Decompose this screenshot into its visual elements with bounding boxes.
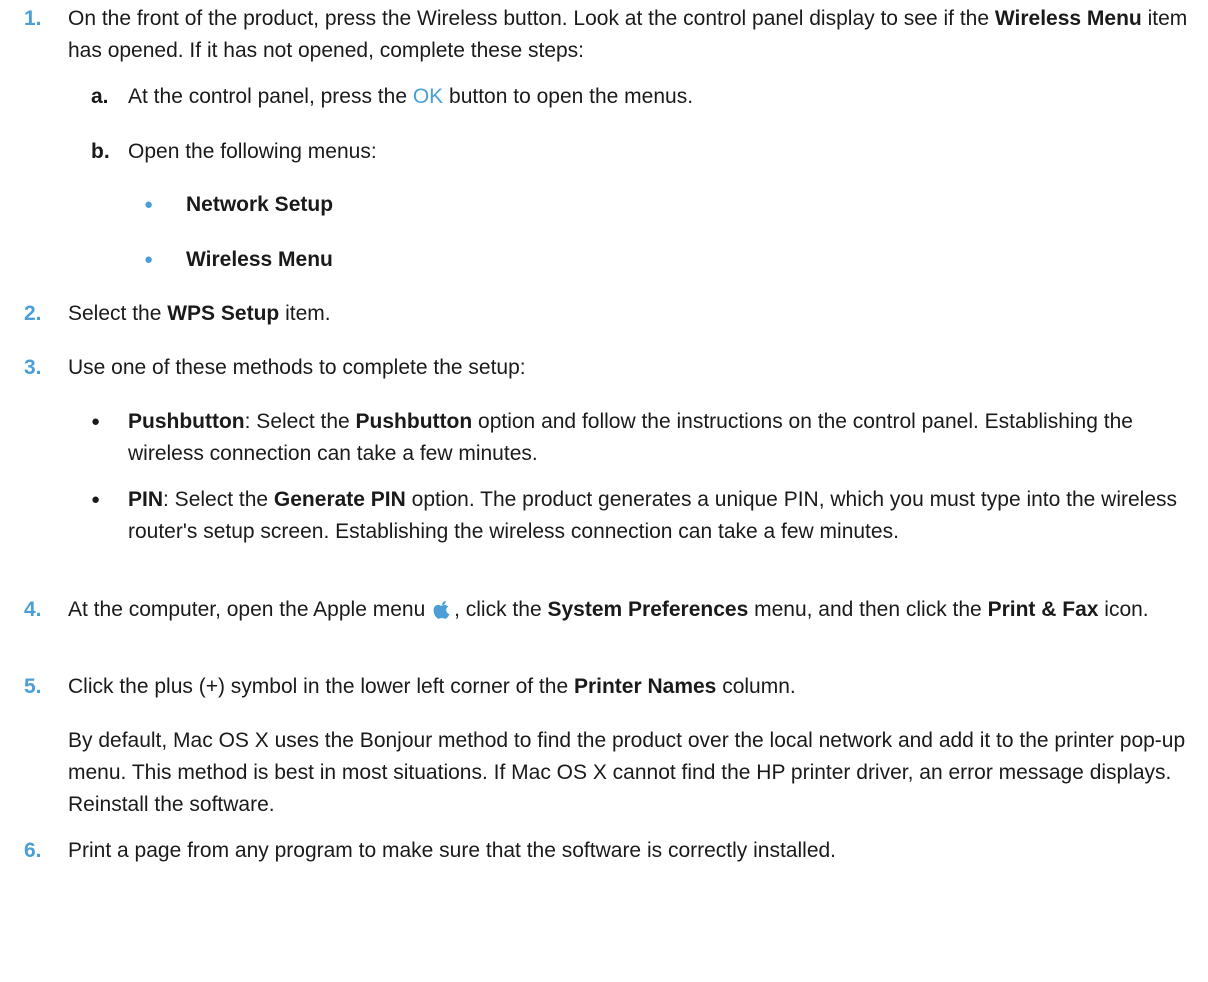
bold-term: Generate PIN: [273, 488, 406, 511]
menu-name: Wireless Menu: [186, 248, 333, 271]
bullet-icon: ●: [144, 196, 154, 213]
step-number: 5.: [24, 675, 42, 698]
bold-term: WPS Setup: [167, 302, 280, 325]
text-run: Select the: [68, 302, 168, 325]
step-number: 1.: [24, 7, 42, 30]
substep-text: At the control panel, press the OK butto…: [128, 81, 1193, 113]
substep-text: Open the following menus:: [128, 140, 377, 163]
step-text: On the front of the product, press the W…: [68, 3, 1193, 67]
text-run: icon.: [1098, 598, 1149, 621]
step-text: At the computer, open the Apple menu , c…: [68, 594, 1193, 626]
bullet-icon: ●: [91, 491, 101, 508]
menu-name: Network Setup: [186, 193, 334, 216]
substep-letter: a.: [91, 85, 109, 108]
step-text: Select the WPS Setup item.: [68, 298, 1193, 330]
step-text: Click the plus (+) symbol in the lower l…: [68, 671, 1193, 703]
text-run: On the front of the product, press the W…: [68, 7, 995, 30]
bold-term: Wireless Menu: [994, 7, 1142, 30]
bold-term: Printer Names: [573, 675, 717, 698]
apple-logo-icon: [433, 601, 450, 619]
note-paragraph: By default, Mac OS X uses the Bonjour me…: [68, 729, 1186, 816]
text-run: menu, and then click the: [748, 598, 988, 621]
bold-term: Pushbutton: [128, 410, 245, 433]
step-number: 6.: [24, 839, 42, 862]
text-run: At the computer, open the Apple menu: [68, 598, 432, 621]
text-run: : Select the: [244, 410, 356, 433]
ok-button-reference: OK: [412, 85, 444, 108]
step-text: Print a page from any program to make su…: [68, 839, 837, 862]
text-run: : Select the: [163, 488, 274, 511]
text-run: button to open the menus.: [443, 85, 694, 108]
bold-term: PIN: [128, 488, 164, 511]
step-number: 4.: [24, 598, 42, 621]
step-text: Use one of these methods to complete the…: [68, 356, 526, 379]
text-run: , click the: [454, 598, 548, 621]
text-run: item.: [279, 302, 331, 325]
bold-term: Print & Fax: [987, 598, 1099, 621]
bold-term: Pushbutton: [355, 410, 473, 433]
bold-term: System Preferences: [547, 598, 749, 621]
text-run: column.: [716, 675, 796, 698]
text-run: Click the plus (+) symbol in the lower l…: [68, 675, 574, 698]
step-number: 2.: [24, 302, 42, 325]
bullet-icon: ●: [144, 251, 154, 268]
substep-letter: b.: [91, 140, 110, 163]
text-run: At the control panel, press the: [128, 85, 413, 108]
step-number: 3.: [24, 356, 42, 379]
method-text: Pushbutton: Select the Pushbutton option…: [128, 406, 1193, 470]
method-text: PIN: Select the Generate PIN option. The…: [128, 484, 1193, 548]
bullet-icon: ●: [91, 413, 101, 430]
